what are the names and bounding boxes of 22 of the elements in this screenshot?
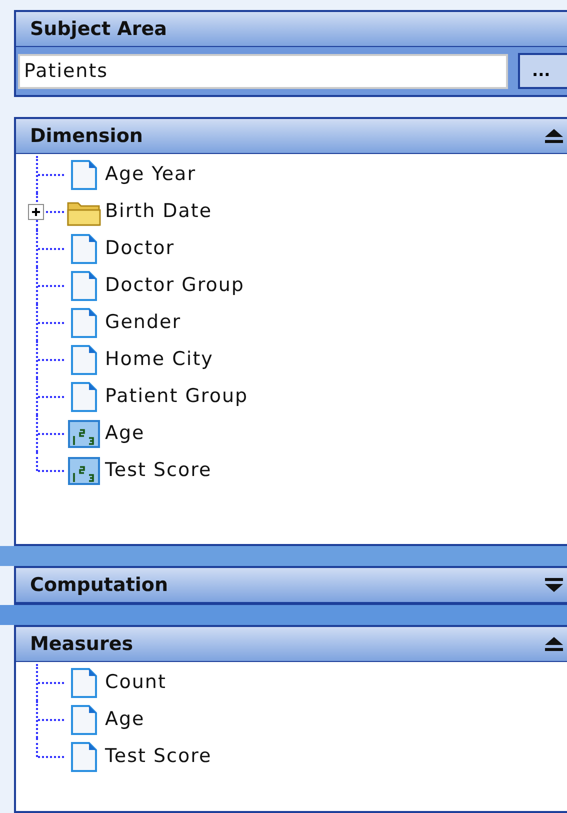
tree-item[interactable]: Age Year: [105, 160, 196, 189]
tree-item[interactable]: Age: [105, 419, 145, 448]
section-header[interactable]: Measures: [16, 627, 567, 662]
section-header[interactable]: Computation: [16, 568, 567, 603]
tree-item[interactable]: Home City: [105, 345, 214, 374]
section-header[interactable]: Subject Area: [16, 12, 567, 47]
tree-item[interactable]: Age: [105, 705, 145, 734]
tree-item[interactable]: Doctor Group: [105, 271, 244, 300]
tree-item[interactable]: Patient Group: [105, 382, 248, 411]
browse-button[interactable]: ...: [518, 53, 567, 89]
subject-area-field[interactable]: Patients: [18, 54, 508, 88]
tree-item[interactable]: Birth Date: [105, 197, 212, 226]
tree-item[interactable]: Count: [105, 668, 166, 697]
section-title: Measures: [30, 632, 134, 657]
section-header[interactable]: Dimension: [16, 119, 567, 154]
tree-item[interactable]: Gender: [105, 308, 182, 337]
section-title: Computation: [30, 572, 168, 598]
section-title: Dimension: [30, 124, 143, 149]
tree-item[interactable]: Test Score: [105, 456, 212, 485]
section-title: Subject Area: [30, 16, 167, 42]
tree-item[interactable]: Test Score: [105, 742, 212, 771]
tree-item[interactable]: Doctor: [105, 234, 175, 263]
